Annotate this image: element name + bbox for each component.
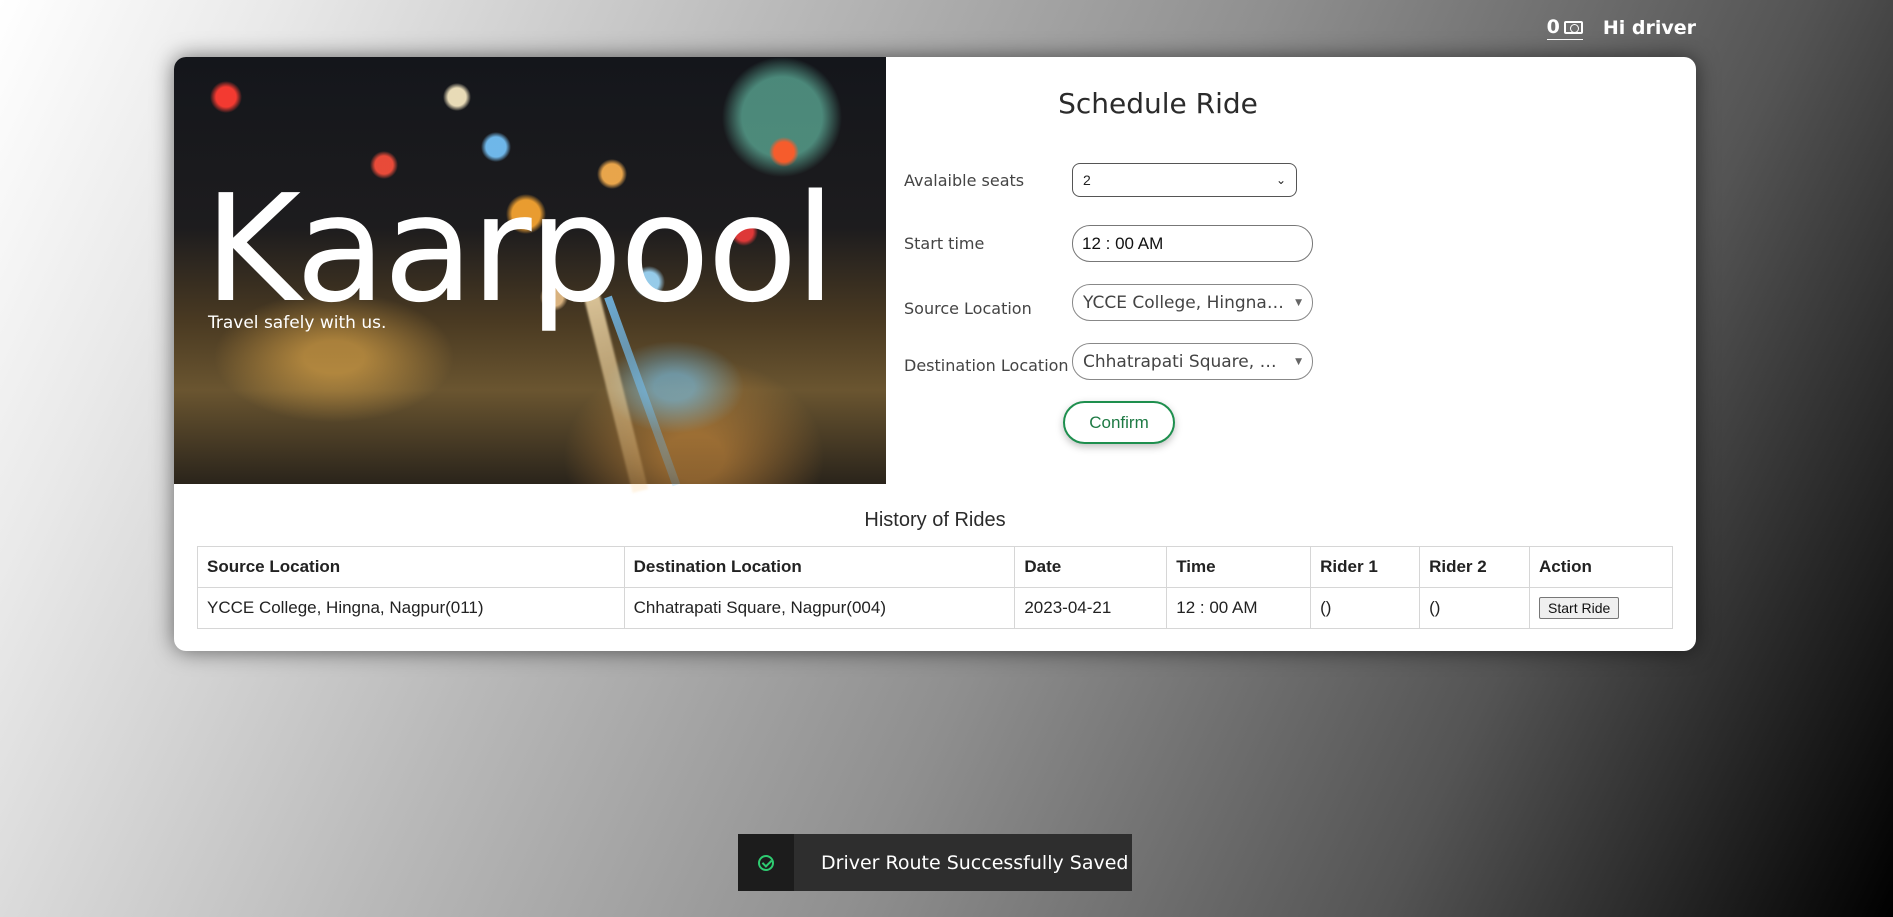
source-select[interactable]: YCCE College, Hingna, Nagpur(011) ▼ [1072,284,1313,321]
confirm-button[interactable]: Confirm [1063,401,1175,444]
hero-image: Kaarpool Travel safely with us. [174,57,886,493]
start-time-value: 12 : 00 AM [1082,233,1164,253]
column-header: Rider 2 [1419,546,1531,588]
column-header: Date [1014,546,1168,588]
cell-destination: Chhatrapati Square, Nagpur(004) [623,587,1016,629]
cell-date: 2023-04-21 [1014,587,1168,629]
brand-tagline: Travel safely with us. [208,313,387,333]
start-time-input[interactable]: 12 : 00 AM [1072,225,1313,262]
destination-row: Destination Location Chhatrapati Square,… [904,343,1313,380]
toast-icon-box [738,834,794,891]
form-title: Schedule Ride [1058,87,1258,120]
seats-value: 2 [1083,172,1091,188]
toast-message: Driver Route Successfully Saved [821,851,1129,874]
column-header: Time [1166,546,1312,588]
start-time-label: Start time [904,234,985,253]
destination-label: Destination Location [904,356,1069,375]
brand-title: Kaarpool [204,163,836,335]
caret-down-icon: ▼ [1295,297,1302,308]
destination-select[interactable]: Chhatrapati Square, Nagpur(004) ▼ [1072,343,1313,380]
history-title: History of Rides [864,509,1006,531]
cell-time: 12 : 00 AM [1166,587,1312,629]
column-header: Action [1529,546,1673,588]
start-ride-button[interactable]: Start Ride [1539,597,1620,619]
wallet-balance[interactable]: 0 [1546,16,1583,40]
ride-history-table: Source Location Destination Location Dat… [197,546,1673,629]
seats-select[interactable]: 2 ⌄ [1072,163,1297,197]
seats-row: Avalaible seats 2 ⌄ [904,163,1297,197]
source-value: YCCE College, Hingna, Nagpur(011) [1083,292,1288,313]
column-header: Destination Location [623,546,1016,588]
destination-value: Chhatrapati Square, Nagpur(004) [1083,351,1288,372]
column-header: Source Location [197,546,625,588]
cell-source: YCCE College, Hingna, Nagpur(011) [197,587,625,629]
check-circle-icon [758,854,774,871]
chevron-down-icon: ⌄ [1275,173,1286,187]
cell-action: Start Ride [1529,587,1673,629]
column-header: Rider 1 [1310,546,1421,588]
top-bar: 0 Hi driver [1546,16,1696,40]
source-label: Source Location [904,299,1032,318]
toast-notification: Driver Route Successfully Saved [738,834,1132,891]
user-greeting[interactable]: Hi driver [1603,17,1696,39]
cell-rider1: () [1310,587,1421,629]
start-time-row: Start time 12 : 00 AM [904,225,1313,262]
cell-rider2: () [1419,587,1531,629]
table-header-row: Source Location Destination Location Dat… [197,546,1673,588]
caret-down-icon: ▼ [1295,356,1302,367]
source-row: Source Location YCCE College, Hingna, Na… [904,284,1313,321]
table-row: YCCE College, Hingna, Nagpur(011) Chhatr… [197,587,1673,629]
seats-label: Avalaible seats [904,170,1025,190]
cash-icon [1563,20,1583,34]
balance-amount: 0 [1546,16,1560,38]
main-card: Kaarpool Travel safely with us. Schedule… [174,57,1696,651]
